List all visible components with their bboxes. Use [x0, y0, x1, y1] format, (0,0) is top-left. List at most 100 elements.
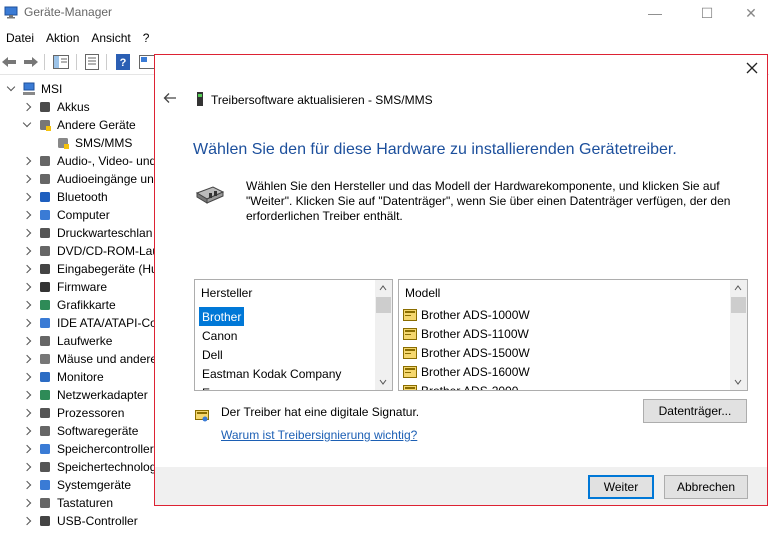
expand-chevron-icon[interactable] — [22, 228, 32, 238]
dialog-close-icon[interactable] — [745, 61, 759, 75]
model-item[interactable]: Brother ADS-1500W — [403, 343, 530, 362]
tree-item[interactable]: Mäuse und andere — [22, 350, 157, 368]
model-scrollbar[interactable] — [730, 280, 747, 390]
tree-item[interactable]: Monitore — [22, 368, 104, 386]
menu-aktion[interactable]: Aktion — [40, 31, 85, 45]
tree-item[interactable]: Speichercontroller — [22, 440, 154, 458]
manufacturer-item[interactable]: Dell — [199, 345, 226, 364]
show-hide-console-tree-button[interactable] — [52, 53, 70, 71]
tree-item[interactable]: Tastaturen — [22, 494, 113, 512]
have-disk-button[interactable]: Datenträger... — [643, 399, 747, 423]
manufacturer-item[interactable]: Brother — [199, 307, 245, 326]
model-item[interactable]: Brother ADS-1100W — [403, 324, 529, 343]
expand-chevron-icon[interactable] — [22, 246, 32, 256]
tree-item-label: Tastaturen — [57, 496, 114, 510]
expand-chevron-icon[interactable] — [22, 336, 32, 346]
manufacturer-item[interactable]: Eastman Kodak Company — [199, 364, 344, 383]
expand-chevron-icon[interactable] — [22, 174, 32, 184]
signature-info-link[interactable]: Warum ist Treibersignierung wichtig? — [221, 428, 417, 442]
manufacturer-item[interactable]: Canon — [199, 326, 240, 345]
tree-item[interactable]: USB-Controller — [22, 512, 138, 530]
tree-item-label: Netzwerkadapter — [57, 388, 148, 402]
tree-item[interactable]: Netzwerkadapter — [22, 386, 148, 404]
tree-item[interactable]: Akkus — [22, 98, 90, 116]
model-item[interactable]: Brother ADS-1000W — [403, 305, 530, 324]
scroll-up-icon[interactable] — [734, 284, 742, 292]
close-window-button[interactable]: ✕ — [728, 0, 769, 26]
tree-item[interactable]: Prozessoren — [22, 404, 124, 422]
expand-chevron-icon[interactable] — [22, 498, 32, 508]
expand-chevron-icon[interactable] — [22, 102, 32, 112]
collapse-chevron-icon[interactable] — [22, 120, 32, 130]
tree-item[interactable]: Andere Geräte — [22, 116, 136, 134]
tree-item[interactable]: Audioeingänge und — [22, 170, 160, 188]
tree-item[interactable]: Computer — [22, 206, 110, 224]
storage-tech-icon — [40, 462, 50, 472]
scroll-down-icon[interactable] — [379, 378, 387, 386]
expand-chevron-icon[interactable] — [22, 318, 32, 328]
expand-chevron-icon[interactable] — [22, 426, 32, 436]
tree-item[interactable]: SMS/MMS — [56, 134, 132, 152]
maximize-button[interactable]: ☐ — [684, 0, 730, 26]
properties-button[interactable] — [83, 53, 101, 71]
expand-chevron-icon[interactable] — [22, 354, 32, 364]
tree-item[interactable]: Firmware — [22, 278, 107, 296]
manufacturer-item[interactable]: Epson — [199, 383, 239, 391]
expand-chevron-icon[interactable] — [22, 462, 32, 472]
expand-chevron-icon[interactable] — [22, 210, 32, 220]
expand-chevron-icon[interactable] — [22, 390, 32, 400]
model-item[interactable]: Brother ADS-2000 — [403, 381, 518, 390]
model-list[interactable]: Modell Brother ADS-1000W Brother ADS-1100… — [398, 279, 748, 391]
tree-item[interactable]: DVD/CD-ROM-Lau — [22, 242, 159, 260]
device-manager-icon — [4, 6, 18, 19]
forward-button[interactable] — [22, 53, 40, 71]
expand-chevron-icon[interactable] — [22, 300, 32, 310]
help-icon: ? — [116, 54, 130, 70]
tree-item-label: USB-Controller — [57, 514, 138, 528]
tree-item[interactable]: Audio-, Video- und — [22, 152, 156, 170]
back-button[interactable] — [0, 53, 18, 71]
scroll-down-icon[interactable] — [734, 378, 742, 386]
expand-chevron-icon[interactable] — [22, 264, 32, 274]
scroll-thumb[interactable] — [731, 297, 746, 313]
manufacturer-list[interactable]: Hersteller Brother Canon Dell Eastman Kodak… — [194, 279, 393, 391]
tree-item[interactable]: Eingabegeräte (Hu — [22, 260, 158, 278]
expand-chevron-icon[interactable] — [22, 156, 32, 166]
storage-controller-icon — [40, 444, 50, 454]
usb-icon — [40, 516, 50, 526]
next-button[interactable]: Weiter — [588, 475, 654, 499]
tree-item[interactable]: Grafikkarte — [22, 296, 116, 314]
title-bar: Geräte-Manager — ☐ ✕ — [0, 0, 769, 26]
dialog-back-arrow-icon[interactable] — [163, 92, 177, 104]
expand-chevron-icon[interactable] — [22, 282, 32, 292]
tree-item[interactable]: IDE ATA/ATAPI-Co — [22, 314, 157, 332]
menu-datei[interactable]: Datei — [0, 31, 40, 45]
cancel-button[interactable]: Abbrechen — [664, 475, 748, 499]
help-button[interactable]: ? — [114, 53, 132, 71]
tree-item[interactable]: Druckwarteschlan — [22, 224, 152, 242]
tree-item[interactable]: Speichertechnolog — [22, 458, 156, 476]
expand-chevron-icon[interactable] — [22, 480, 32, 490]
expand-chevron-icon[interactable] — [22, 372, 32, 382]
driver-certificate-icon — [403, 346, 417, 359]
manufacturer-scrollbar[interactable] — [375, 280, 392, 390]
tree-item[interactable]: Bluetooth — [22, 188, 108, 206]
manufacturer-header: Hersteller — [201, 286, 253, 300]
collapse-chevron-icon[interactable] — [6, 84, 16, 94]
expand-chevron-icon[interactable] — [22, 516, 32, 526]
expand-chevron-icon[interactable] — [22, 408, 32, 418]
tree-item[interactable]: Systemgeräte — [22, 476, 131, 494]
svg-text:?: ? — [120, 57, 127, 69]
scroll-thumb[interactable] — [376, 297, 391, 313]
tree-root[interactable]: MSI — [6, 80, 62, 98]
expand-chevron-icon[interactable] — [22, 444, 32, 454]
tree-item[interactable]: Softwaregeräte — [22, 422, 138, 440]
minimize-button[interactable]: — — [632, 0, 678, 26]
menu-help[interactable]: ? — [137, 31, 156, 45]
scroll-up-icon[interactable] — [379, 284, 387, 292]
tree-item[interactable]: Laufwerke — [22, 332, 112, 350]
dialog-heading: Wählen Sie den für diese Hardware zu ins… — [193, 141, 677, 158]
expand-chevron-icon[interactable] — [22, 192, 32, 202]
model-item[interactable]: Brother ADS-1600W — [403, 362, 530, 381]
menu-ansicht[interactable]: Ansicht — [85, 31, 136, 45]
